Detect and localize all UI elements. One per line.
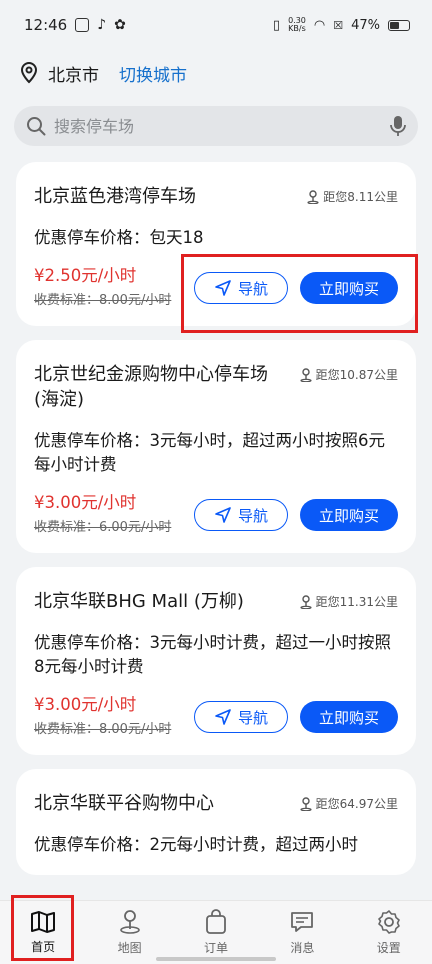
price: ¥3.00元/小时	[34, 695, 137, 714]
battery-icon	[388, 19, 410, 31]
net-speed: 0.30 KB/s	[288, 16, 306, 33]
search-icon	[27, 117, 46, 136]
parking-name: 北京蓝色港湾停车场	[34, 186, 196, 207]
standard-price: 收费标准：6.00元/小时	[34, 520, 172, 535]
microphone-icon[interactable]	[390, 115, 406, 137]
switch-city-link[interactable]: 切换城市	[119, 61, 187, 86]
highlight-box-home-tab	[11, 895, 74, 961]
discount-price: 优惠停车价格：包天18	[34, 228, 204, 247]
buy-now-button[interactable]: 立即购买	[300, 701, 398, 733]
current-city: 北京市	[48, 65, 99, 86]
navigate-button[interactable]: 导航	[194, 701, 288, 733]
navigation-arrow-icon	[215, 709, 231, 725]
discount-price: 优惠停车价格：3元每小时，超过两小时按照6元每小时计费	[34, 431, 385, 474]
distance: 距您11.31公里	[300, 593, 398, 610]
distance: 距您64.97公里	[300, 795, 398, 812]
vibrate-icon: ▯	[272, 17, 281, 33]
battery-percent: 47%	[351, 17, 380, 33]
status-time: 12:46	[24, 16, 68, 34]
tab-settings[interactable]: 设置	[359, 909, 419, 956]
price: ¥2.50元/小时	[34, 266, 137, 285]
navigate-button[interactable]: 导航	[194, 499, 288, 531]
location-bar: 北京市 切换城市	[0, 50, 432, 96]
search-bar[interactable]	[14, 106, 418, 146]
tab-orders[interactable]: 订单	[186, 909, 246, 956]
message-icon	[291, 912, 314, 932]
location-marker-icon	[300, 796, 312, 811]
parking-name: 北京世纪金源购物中心停车场(海淀)	[34, 364, 268, 410]
discount-price: 优惠停车价格：3元每小时计费，超过一小时按照8元每小时计费	[34, 633, 391, 676]
parking-card[interactable]: 北京华联平谷购物中心 距您64.97公里 优惠停车价格：2元每小时计费，超过两小…	[16, 769, 416, 875]
parking-name: 北京华联BHG Mall (万柳)	[34, 591, 244, 612]
sim-icon: ☒	[333, 18, 344, 32]
app-icon: ✿	[114, 17, 126, 33]
notification-icon	[75, 18, 90, 32]
highlight-box-actions	[181, 254, 418, 333]
buy-now-button[interactable]: 立即购买	[300, 499, 398, 531]
distance: 距您10.87公里	[300, 366, 398, 383]
location-marker-icon	[307, 189, 319, 204]
status-bar: 12:46 ♪ ✿ ▯ 0.30 KB/s ◠ ☒ 47%	[0, 0, 432, 50]
standard-price: 收费标准：8.00元/小时	[34, 293, 172, 308]
navigation-arrow-icon	[215, 507, 231, 523]
map-pin-icon	[119, 910, 140, 934]
distance: 距您8.11公里	[307, 188, 398, 205]
location-marker-icon	[300, 594, 312, 609]
location-marker-icon	[300, 367, 312, 382]
location-pin-icon	[20, 62, 38, 84]
parking-card[interactable]: 北京世纪金源购物中心停车场(海淀) 距您10.87公里 优惠停车价格：3元每小时…	[16, 340, 416, 553]
tab-messages[interactable]: 消息	[272, 909, 332, 956]
home-indicator	[156, 957, 276, 961]
discount-price: 优惠停车价格：2元每小时计费，超过两小时	[34, 835, 358, 854]
bag-icon	[206, 909, 226, 934]
parking-name: 北京华联平谷购物中心	[34, 793, 214, 814]
search-input[interactable]	[54, 116, 382, 136]
gear-icon	[377, 910, 400, 934]
parking-card[interactable]: 北京华联BHG Mall (万柳) 距您11.31公里 优惠停车价格：3元每小时…	[16, 567, 416, 755]
tab-map[interactable]: 地图	[100, 909, 160, 956]
standard-price: 收费标准：8.00元/小时	[34, 722, 172, 737]
tiktok-icon: ♪	[97, 17, 107, 33]
price: ¥3.00元/小时	[34, 493, 137, 512]
wifi-icon: ◠	[313, 17, 326, 33]
